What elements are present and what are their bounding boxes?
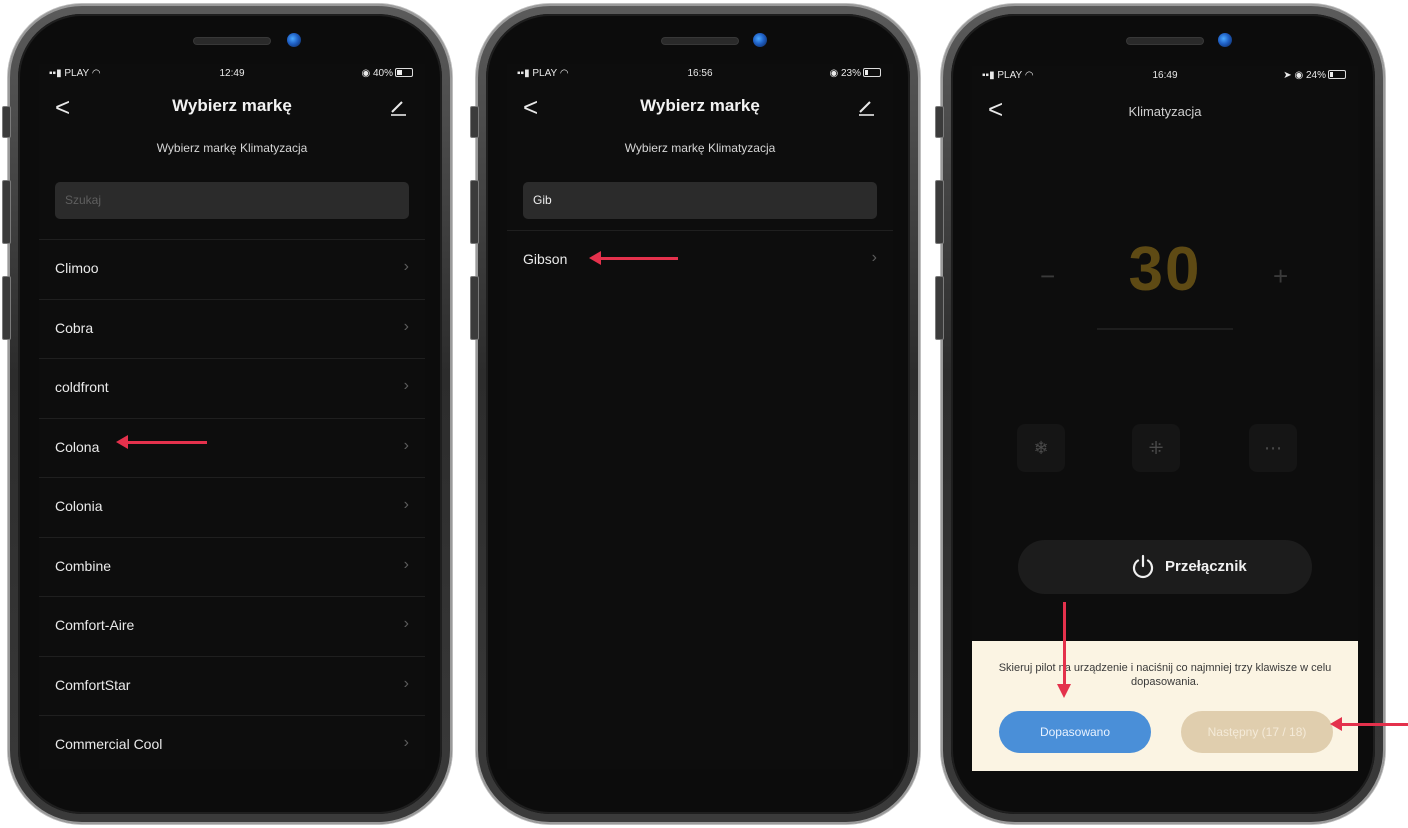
list-item[interactable]: Colonia › [39, 477, 425, 537]
battery-percent: 40% [372, 68, 393, 79]
phone-frame-1: ▪▪▮ PLAY ◠ 12:49 ◉ 40% < Wybierz markę W… [2, 4, 452, 824]
earpiece-speaker [1127, 38, 1203, 44]
brand-name: Combine [55, 557, 112, 574]
battery-percent: 24% [1305, 70, 1326, 81]
brand-name: ComfortStar [55, 676, 131, 693]
mute-switch [470, 106, 479, 138]
brand-name: Commercial Cool [55, 736, 163, 752]
chevron-right-icon: › [403, 615, 409, 632]
snowflake-icon[interactable]: ❄ [1017, 424, 1065, 472]
more-icon[interactable]: ⋯ [1249, 424, 1297, 472]
screen-brand-list: ▪▪▮ PLAY ◠ 12:49 ◉ 40% < Wybierz markę W… [39, 64, 425, 769]
chevron-right-icon: › [403, 674, 409, 692]
volume-down-button [935, 276, 944, 340]
list-item[interactable]: Comfort-Aire › [39, 596, 425, 656]
mute-switch [935, 106, 944, 138]
pointer-arrow-down [1057, 602, 1071, 698]
fan-icon[interactable]: ⁜ [1132, 424, 1180, 472]
volume-down-button [2, 276, 11, 340]
chevron-right-icon: › [403, 555, 409, 573]
matched-button[interactable]: Dopasowano [999, 711, 1151, 753]
page-title: Wybierz markę [640, 96, 760, 115]
edit-icon[interactable] [389, 98, 407, 116]
alarm-icon: ◉ [1294, 70, 1306, 81]
earpiece-speaker [194, 38, 270, 44]
brand-name: Cobra [55, 319, 94, 336]
location-icon: ➤ [1283, 70, 1295, 81]
power-icon [1132, 554, 1154, 579]
edit-icon[interactable] [857, 98, 875, 116]
brand-name: Comfort-Aire [55, 617, 135, 633]
battery-percent: 23% [840, 68, 861, 79]
front-camera [753, 33, 767, 47]
volume-down-button [470, 276, 479, 340]
phone-frame-3: ▪▪▮ PLAY ◠ 16:49 ➤ ◉ 24% < Klimatyzacja … [935, 4, 1408, 824]
front-camera [1218, 33, 1232, 47]
search-input[interactable]: Gib [523, 182, 877, 219]
list-item[interactable]: coldfront › [39, 358, 425, 418]
temperature-slider-track [1097, 328, 1233, 330]
earpiece-speaker [662, 38, 738, 44]
brand-name: Colona [55, 438, 100, 455]
chevron-right-icon: › [403, 258, 409, 275]
list-item[interactable]: Cobra › [39, 298, 425, 359]
matching-panel: Skieruj pilot na urządzenie i naciśnij c… [972, 641, 1358, 771]
volume-up-button [2, 180, 11, 244]
pointer-arrow [589, 251, 678, 265]
screen-brand-search: ▪▪▮ PLAY ◠ 16:56 ◉ 23% < Wybierz markę W… [507, 64, 893, 769]
list-item[interactable]: Commercial Cool › [39, 715, 425, 769]
status-bar: ▪▪▮ PLAY ◠ 12:49 ◉ 40% [39, 66, 425, 82]
battery-icon [1328, 70, 1346, 79]
battery-icon [395, 68, 413, 77]
screen-ac-remote: ▪▪▮ PLAY ◠ 16:49 ➤ ◉ 24% < Klimatyzacja … [972, 66, 1358, 771]
chevron-right-icon: › [403, 317, 409, 335]
pointer-arrow [116, 435, 207, 449]
volume-up-button [470, 180, 479, 244]
page-subtitle: Wybierz markę Klimatyzacja [156, 141, 308, 155]
volume-up-button [935, 180, 944, 244]
pointer-arrow [1330, 717, 1408, 731]
temperature-display: 30 [1128, 235, 1202, 304]
matching-instructions: Skieruj pilot na urządzenie i naciśnij c… [998, 662, 1332, 688]
next-button[interactable]: Następny (17 / 18) [1181, 711, 1333, 753]
power-label: Przełącznik [1165, 558, 1247, 575]
battery-icon [863, 68, 881, 77]
brand-name: coldfront [55, 379, 109, 395]
temperature-up-button[interactable]: + [1273, 261, 1288, 292]
mute-switch [2, 106, 11, 138]
page-title: Klimatyzacja [1128, 104, 1202, 119]
alarm-icon: ◉ [361, 68, 373, 79]
page-title: Wybierz markę [172, 96, 292, 115]
list-item[interactable]: ComfortStar › [39, 655, 425, 716]
phone-frame-2: ▪▪▮ PLAY ◠ 16:56 ◉ 23% < Wybierz markę W… [470, 4, 920, 824]
power-toggle-button[interactable]: Przełącznik [1018, 540, 1312, 594]
chevron-right-icon: › [871, 249, 877, 266]
chevron-right-icon: › [403, 496, 409, 513]
list-item[interactable]: Climoo › [39, 239, 425, 299]
status-bar: ▪▪▮ PLAY ◠ 16:56 ◉ 23% [507, 66, 893, 82]
brand-name: Colonia [55, 498, 103, 514]
status-bar: ▪▪▮ PLAY ◠ 16:49 ➤ ◉ 24% [972, 68, 1358, 84]
alarm-icon: ◉ [829, 68, 841, 79]
search-input[interactable]: Szukaj [55, 182, 409, 219]
front-camera [287, 33, 301, 47]
chevron-right-icon: › [403, 734, 409, 751]
list-item[interactable]: Colona › [39, 417, 425, 478]
brand-name: Climoo [55, 260, 99, 276]
brand-name: Gibson [523, 251, 568, 267]
list-item[interactable]: Gibson › [507, 230, 893, 290]
page-subtitle: Wybierz markę Klimatyzacja [624, 141, 776, 155]
list-item[interactable]: Combine › [39, 536, 425, 597]
chevron-right-icon: › [403, 377, 409, 394]
chevron-right-icon: › [403, 436, 409, 454]
